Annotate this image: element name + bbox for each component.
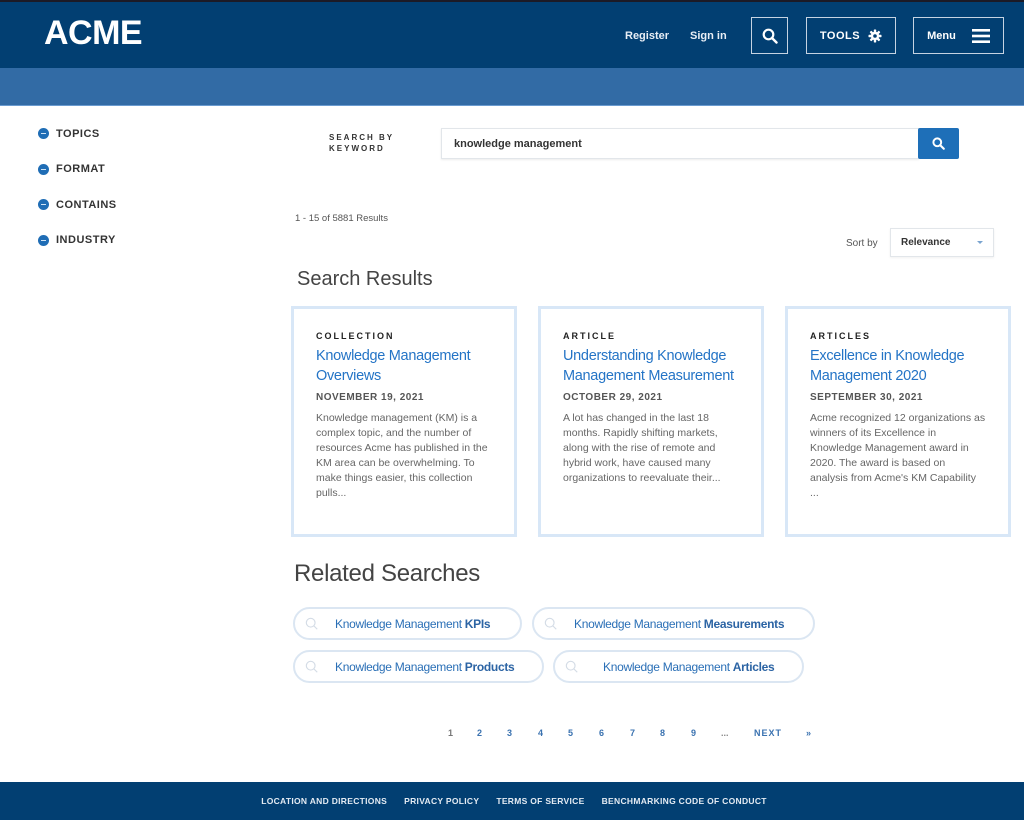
card-type: ARTICLE [563, 331, 616, 341]
search-icon [565, 660, 579, 674]
card-title-link[interactable]: Excellence in Knowledge Management 2020 [810, 346, 990, 386]
card-description: A lot has changed in the last 18 months.… [563, 412, 721, 484]
related-search-keyword: Measurements [703, 616, 785, 631]
next-page-link[interactable]: NEXT [754, 728, 782, 738]
search-icon [932, 137, 945, 150]
menu-button[interactable]: Menu [913, 17, 1004, 54]
search-label-line2: KEYWORD [329, 144, 385, 153]
plus-circle-icon [38, 128, 49, 140]
sort-dropdown[interactable]: Relevance [890, 228, 994, 257]
filter-industry[interactable]: INDUSTRY [38, 223, 117, 259]
page-link-4[interactable]: 4 [538, 728, 543, 738]
card-date: SEPTEMBER 30, 2021 [810, 392, 923, 403]
keyword-search-button[interactable] [918, 128, 959, 159]
site-header: ACME Register Sign in TOOLS Menu [0, 2, 1024, 68]
last-page-link[interactable]: » [806, 728, 811, 738]
tools-button[interactable]: TOOLS [806, 17, 896, 54]
plus-circle-icon [38, 234, 49, 246]
tools-label: TOOLS [819, 29, 861, 42]
filter-label: CONTAINS [56, 198, 117, 211]
result-card[interactable]: COLLECTION Knowledge Management Overview… [291, 306, 517, 537]
footer-link-location[interactable]: LOCATION AND DIRECTIONS [261, 796, 387, 806]
filter-format[interactable]: FORMAT [38, 152, 117, 188]
chevron-down-icon [977, 241, 983, 244]
acme-logo[interactable]: ACME [44, 14, 143, 53]
related-search-keyword: Articles [732, 659, 775, 674]
search-icon [544, 617, 558, 631]
page-link-6[interactable]: 6 [599, 728, 604, 738]
card-date: NOVEMBER 19, 2021 [316, 392, 424, 403]
page-ellipsis: ... [721, 728, 729, 738]
related-search-kpis[interactable]: Knowledge Management KPIs [293, 607, 522, 640]
plus-circle-icon [38, 199, 49, 211]
menu-label: Menu [927, 29, 956, 42]
hamburger-icon [971, 28, 990, 43]
filter-label: FORMAT [56, 163, 106, 176]
related-searches-heading: Related Searches [294, 560, 480, 587]
search-icon [762, 28, 778, 44]
search-results-heading: Search Results [297, 268, 433, 290]
search-keyword-label: SEARCH BY KEYWORD [329, 132, 394, 154]
page-link-8[interactable]: 8 [660, 728, 665, 738]
plus-circle-icon [38, 163, 49, 175]
sort-value: Relevance [901, 237, 951, 248]
search-label-line1: SEARCH BY [329, 133, 395, 142]
page-link-9[interactable]: 9 [691, 728, 696, 738]
footer-link-benchmarking[interactable]: BENCHMARKING CODE OF CONDUCT [602, 796, 767, 806]
result-card[interactable]: ARTICLE Understanding Knowledge Manageme… [538, 306, 764, 537]
related-search-products[interactable]: Knowledge Management Products [293, 650, 544, 683]
footer-link-privacy[interactable]: PRIVACY POLICY [404, 796, 479, 806]
header-search-button[interactable] [751, 17, 788, 54]
card-description: Acme recognized 12 organizations as winn… [810, 412, 986, 499]
page-link-2[interactable]: 2 [477, 728, 482, 738]
footer-link-terms[interactable]: TERMS OF SERVICE [496, 796, 584, 806]
results-count: 1 - 15 of 5881 Results [295, 213, 388, 224]
sign-in-link[interactable]: Sign in [690, 30, 727, 42]
related-search-prefix: Knowledge Management [603, 659, 733, 674]
related-search-prefix: Knowledge Management [574, 616, 704, 631]
sort-label: Sort by [846, 238, 878, 249]
filter-sidebar: TOPICS FORMAT CONTAINS INDUSTRY [38, 116, 117, 258]
site-footer: LOCATION AND DIRECTIONS PRIVACY POLICY T… [0, 782, 1024, 820]
card-date: OCTOBER 29, 2021 [563, 392, 663, 403]
card-type: ARTICLES [810, 331, 871, 341]
related-search-keyword: Products [464, 659, 515, 674]
filter-label: INDUSTRY [56, 234, 116, 247]
sub-navigation-bar [0, 68, 1024, 106]
register-link[interactable]: Register [625, 30, 669, 42]
page-link-7[interactable]: 7 [630, 728, 635, 738]
card-type: COLLECTION [316, 331, 395, 341]
related-search-prefix: Knowledge Management [335, 659, 465, 674]
search-icon [305, 617, 319, 631]
page-link-5[interactable]: 5 [568, 728, 573, 738]
card-description: Knowledge management (KM) is a complex t… [316, 412, 488, 499]
result-card[interactable]: ARTICLES Excellence in Knowledge Managem… [785, 306, 1011, 537]
filter-contains[interactable]: CONTAINS [38, 187, 117, 223]
page-link-1[interactable]: 1 [448, 728, 453, 738]
card-title-link[interactable]: Knowledge Management Overviews [316, 346, 506, 386]
related-search-prefix: Knowledge Management [335, 616, 465, 631]
keyword-search-input[interactable] [441, 128, 919, 159]
filter-label: TOPICS [56, 127, 100, 140]
search-icon [305, 660, 319, 674]
card-title-link[interactable]: Understanding Knowledge Management Measu… [563, 346, 763, 386]
gear-icon [868, 29, 882, 42]
filter-topics[interactable]: TOPICS [38, 116, 117, 152]
related-search-measurements[interactable]: Knowledge Management Measurements [532, 607, 815, 640]
related-search-articles[interactable]: Knowledge Management Articles [553, 650, 804, 683]
related-search-keyword: KPIs [464, 616, 491, 631]
page-link-3[interactable]: 3 [507, 728, 512, 738]
